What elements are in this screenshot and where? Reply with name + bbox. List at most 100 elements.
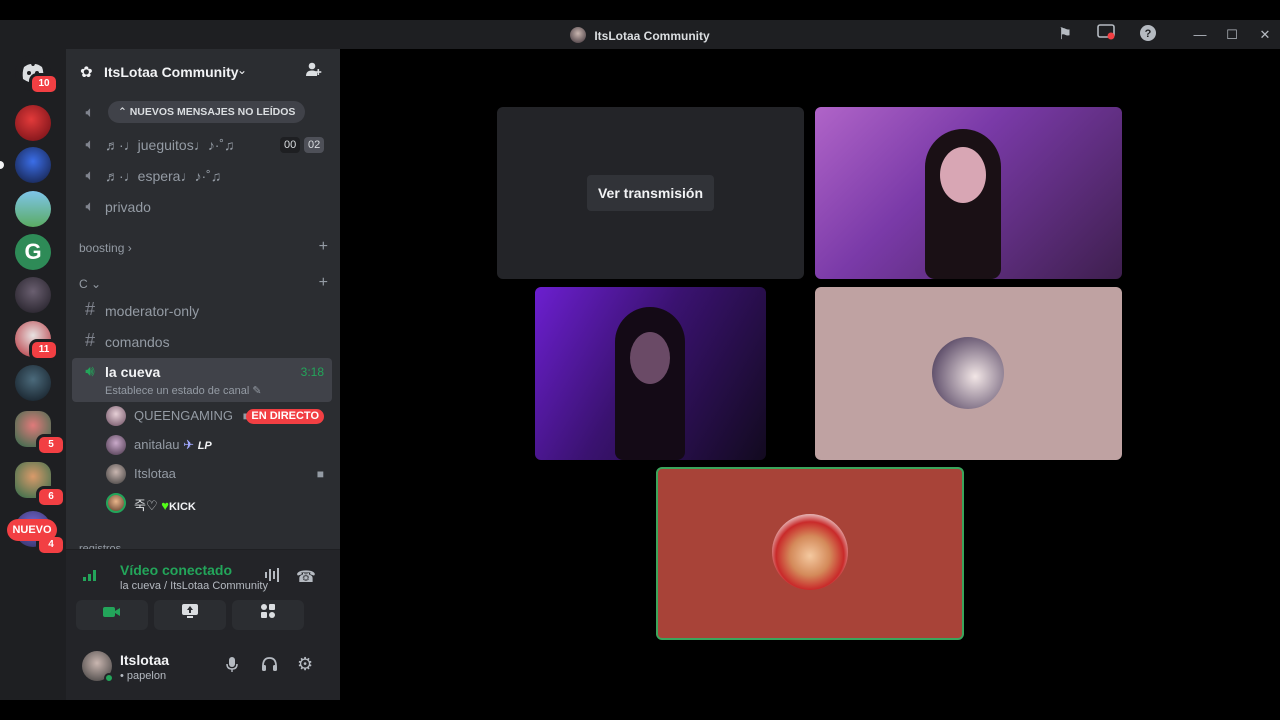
green-heart-icon: ♥ [161,498,169,513]
video-camera-icon: ■ [316,467,324,481]
avatar [106,435,126,455]
participant-avatar [772,514,848,590]
help-icon[interactable]: ? [1137,24,1159,46]
title-bar: ItsLotaa Community ⚑ ? — ☐ ✕ [0,20,1280,49]
user-custom-status: • papelon [120,670,167,682]
window-title-text: ItsLotaa Community [594,29,710,43]
speaker-icon: 🔈︎ [85,104,95,121]
noise-suppression-icon[interactable] [264,567,282,586]
chevron-down-icon: ⌄ [237,63,248,77]
voice-user-anitalau[interactable]: anitalau ✈ LP [104,432,330,458]
voice-channel-path[interactable]: la cueva / ItsLotaa Community [120,580,268,592]
svg-text:?: ? [1145,28,1152,40]
person-face [940,147,986,203]
chevron-right-icon: › [127,241,132,255]
text-channel-comandos[interactable]: # comandos [72,328,332,356]
rocket-icon: ✈ [183,437,195,452]
headphones-icon[interactable] [261,656,278,676]
server-header[interactable]: ✿ ItsLotaa Community ⌄ [66,49,340,94]
voice-user-4[interactable]: 죽♡ ♥KICK [104,490,330,516]
avatar [106,493,126,513]
voice-user-name-row: anitalau ✈ LP [134,437,212,453]
new-unread-messages-pill[interactable]: ⌃ NUEVOS MENSAJES NO LEÍDOS [108,101,306,123]
channel-name: privado [105,199,151,215]
activities-button[interactable] [232,600,304,630]
server-icon-g[interactable]: G [15,234,51,270]
connection-signal-icon[interactable] [82,568,98,586]
create-channel-icon[interactable]: + [319,274,328,292]
stream-tile[interactable]: Ver transmisión [497,107,804,279]
user-tag: KICK [168,501,196,513]
voice-channel-espera[interactable]: 🔈︎ ♬·♩espera♩♪·˚♫ [72,162,332,190]
channel-name: ♬·♩espera♩♪·˚♫ [105,168,222,184]
hashtag-icon: # [84,299,95,319]
voice-user-name: 죽♡ [134,498,158,513]
server-icon-1[interactable] [15,105,51,141]
voice-user-name: QUEENGAMING [134,408,233,423]
server-icon-3[interactable] [15,191,51,227]
voice-user-name-row: 죽♡ ♥KICK [134,495,196,514]
voice-channel-privado[interactable]: 🔈︎ privado [72,193,332,221]
voice-user-itslotaa[interactable]: Itslotaa ■ [104,461,330,487]
avatar [106,464,126,484]
server-unread-pill [0,161,4,169]
voice-status-title[interactable]: Vídeo conectado [120,562,232,578]
create-channel-icon[interactable]: + [319,238,328,256]
category-c[interactable]: C ⌄ [79,277,101,291]
speaker-icon: 🔈︎ [85,136,95,153]
screen-record-icon[interactable] [1095,24,1117,46]
server-icon-7[interactable] [15,365,51,401]
invite-people-icon[interactable] [305,61,322,83]
server-icon-5[interactable] [15,277,51,313]
user-name[interactable]: Itslotaa [120,652,169,668]
server-mini-icon [570,27,587,43]
user-limit: 02 [304,137,325,153]
category-label: C [79,277,88,291]
pencil-icon: ✎ [252,385,262,397]
user-count: 00 [280,137,301,153]
avatar [106,406,126,426]
flag-icon[interactable]: ⚑ [1054,24,1076,46]
channel-status[interactable]: Establece un estado de canal ✎ [105,384,262,397]
call-duration: 3:18 [300,365,324,379]
camera-toggle-button[interactable] [76,600,148,630]
person-face [630,332,670,384]
video-tile-webcam-2[interactable] [535,287,766,460]
category-boosting[interactable]: boosting › [79,241,132,255]
voice-user-name: anitalau [134,437,180,452]
close-button[interactable]: ✕ [1254,24,1276,46]
microphone-icon[interactable] [226,656,238,677]
minimize-button[interactable]: — [1189,24,1211,46]
speaker-locked-icon: 🔈︎ [85,198,95,215]
home-unread-badge: 10 [29,73,59,95]
voice-user-queengaming[interactable]: QUEENGAMING ■ EN DIRECTO [104,403,330,429]
live-badge: EN DIRECTO [246,409,324,424]
soundboard-button[interactable] [310,600,330,630]
maximize-button[interactable]: ☐ [1221,24,1243,46]
screen-share-button[interactable] [154,600,226,630]
server-badge-5: 5 [36,434,66,456]
disconnect-icon[interactable]: ☎ [296,567,316,587]
channel-sidebar: ✿ ItsLotaa Community ⌄ 🔈︎ ⌃ NUEVOS MENSA… [66,49,340,700]
voice-channel-la-cueva[interactable]: 🔊︎ la cueva 3:18 Establece un estado de … [72,358,332,402]
channel-name: moderator-only [105,303,200,319]
text-channel-moderator-only[interactable]: # moderator-only [72,297,332,325]
server-boost-gem-icon: ✿ [80,64,93,81]
video-tile-avatar-speaking[interactable] [656,467,964,640]
speaker-active-icon: 🔊︎ [85,363,95,380]
server-badge-11: 11 [29,339,59,361]
video-tile-webcam-1[interactable] [815,107,1122,279]
video-tile-avatar-1[interactable] [815,287,1122,460]
video-stage: Ver transmisión [340,49,1280,700]
window-title: ItsLotaa Community [0,27,1280,43]
watch-stream-button[interactable]: Ver transmisión [587,175,714,211]
category-label: boosting [79,241,125,255]
letterbox-top [0,0,1280,20]
server-rail: 10 G 11 5 6 4 NUEVO [0,49,66,700]
chevron-down-icon: ⌄ [91,277,102,291]
voice-channel-jueguitos[interactable]: 🔈︎ ♬·♩jueguitos♩♪·˚♫ 00 02 [72,131,332,159]
gear-icon[interactable]: ⚙ [297,654,313,675]
new-servers-badge[interactable]: NUEVO [7,519,57,541]
server-icon-2[interactable] [15,147,51,183]
user-tag: LP [197,440,212,452]
